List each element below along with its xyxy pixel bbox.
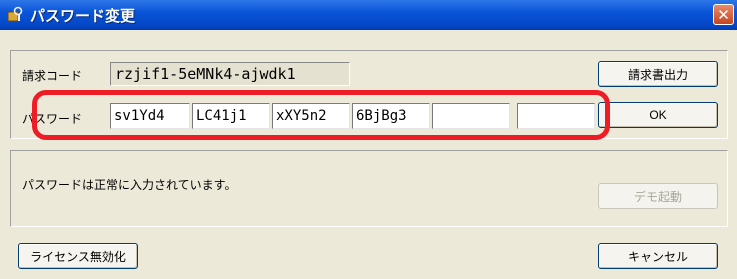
cancel-button[interactable]: キャンセル [598, 243, 718, 269]
request-code-label: 請求コード [22, 69, 83, 83]
status-message: パスワードは正常に入力されています。 [22, 178, 237, 192]
license-disable-button[interactable]: ライセンス無効化 [18, 243, 138, 269]
ok-button[interactable]: OK [598, 102, 718, 128]
close-button[interactable]: ✕ [713, 4, 734, 25]
red-highlight-annotation [32, 90, 610, 140]
window-title: パスワード変更 [30, 7, 136, 25]
app-icon [6, 6, 24, 24]
title-bar[interactable]: パスワード変更 ✕ [0, 0, 737, 30]
request-code-value: rzjif1-5eMNk4-ajwdk1 [110, 62, 350, 86]
password-change-dialog: パスワード変更 ✕ 請求コード rzjif1-5eMNk4-ajwdk1 請求書… [0, 0, 737, 279]
demo-launch-button[interactable]: デモ起動 [598, 183, 718, 209]
close-icon: ✕ [717, 6, 730, 24]
invoice-output-button[interactable]: 請求書出力 [598, 61, 718, 87]
